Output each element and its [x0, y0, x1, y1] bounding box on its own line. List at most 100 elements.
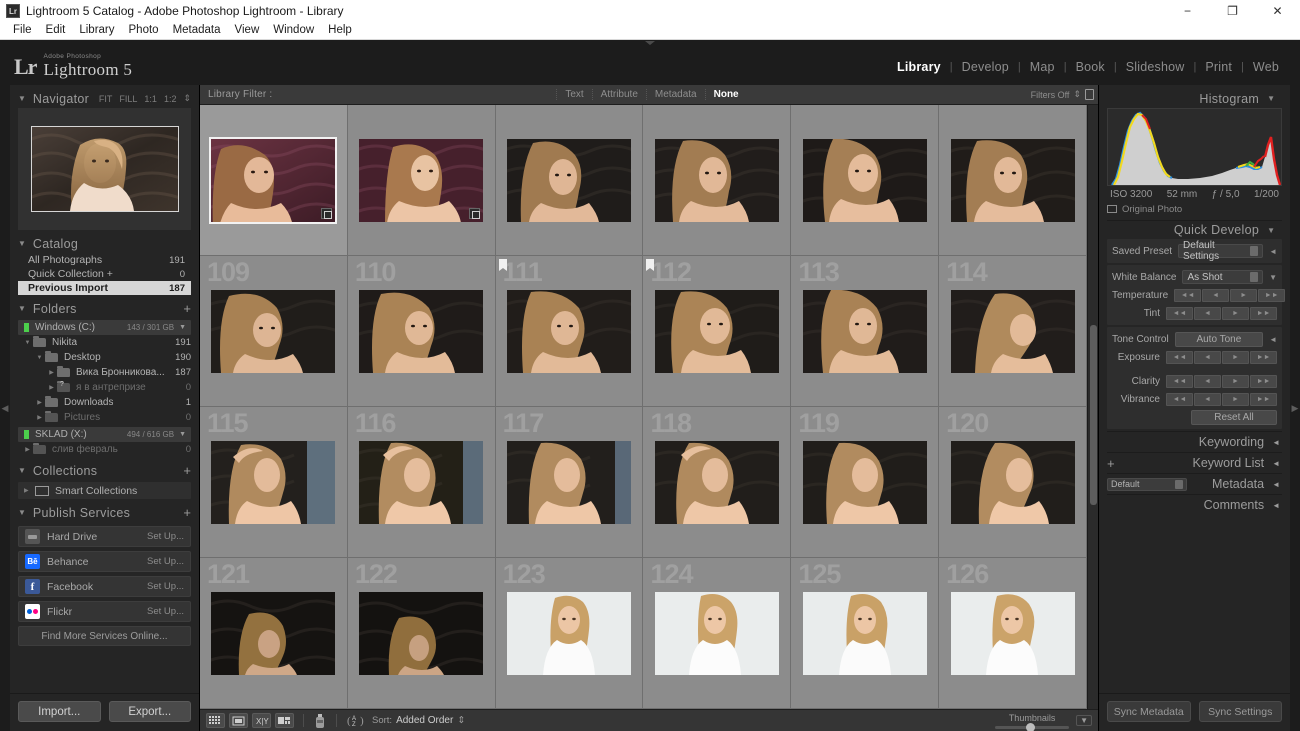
- right-panel-collapse[interactable]: ▶: [1290, 85, 1300, 731]
- thumbnail[interactable]: [211, 440, 336, 524]
- keyword-list-section-header[interactable]: + Keyword List ◄: [1107, 452, 1282, 473]
- clarity-increase[interactable]: ►: [1222, 374, 1249, 388]
- grid-cell[interactable]: 113: [791, 256, 940, 407]
- grid-cell[interactable]: 122: [347, 558, 496, 709]
- original-photo-row[interactable]: Original Photo: [1107, 202, 1282, 216]
- grid-cell[interactable]: 125: [791, 558, 940, 709]
- loupe-view-icon[interactable]: [229, 713, 248, 728]
- grid-cell[interactable]: 119: [791, 407, 940, 558]
- collections-header[interactable]: ▼ Collections +: [18, 461, 191, 480]
- reset-all-button[interactable]: Reset All: [1191, 409, 1277, 425]
- menu-window[interactable]: Window: [266, 21, 321, 40]
- thumbnail-size-slider[interactable]: Thumbnails: [995, 713, 1070, 731]
- exposure-increase[interactable]: ►: [1222, 350, 1249, 364]
- white-balance-select[interactable]: As Shot: [1182, 270, 1264, 284]
- thumbnail[interactable]: [802, 440, 927, 524]
- menu-photo[interactable]: Photo: [122, 21, 166, 40]
- tint-decrease[interactable]: ◄: [1194, 306, 1221, 320]
- grid-cell[interactable]: [791, 105, 940, 256]
- publish-service-hard-drive[interactable]: Hard Drive Set Up...: [18, 526, 191, 547]
- thumbnail[interactable]: [359, 440, 484, 524]
- tint-decrease-large[interactable]: ◄◄: [1166, 306, 1193, 320]
- survey-view-icon[interactable]: [275, 713, 294, 728]
- grid-cell[interactable]: [347, 105, 496, 256]
- top-panel-toggle[interactable]: [0, 40, 1300, 48]
- module-slideshow[interactable]: Slideshow: [1117, 60, 1194, 74]
- export-button[interactable]: Export...: [108, 701, 191, 722]
- sort-az-icon[interactable]: (A Z): [346, 713, 368, 728]
- publish-service-behance[interactable]: Bē Behance Set Up...: [18, 551, 191, 572]
- folder-row-pictures[interactable]: ▶ Pictures 0: [18, 410, 191, 425]
- sync-metadata-button[interactable]: Sync Metadata: [1107, 701, 1191, 722]
- module-web[interactable]: Web: [1244, 60, 1288, 74]
- add-folder-icon[interactable]: +: [183, 301, 191, 316]
- metadata-preset-select[interactable]: Default: [1107, 477, 1187, 491]
- collapse-arrow-icon[interactable]: ◄: [1269, 335, 1277, 344]
- chevron-down-icon[interactable]: ▼: [179, 324, 186, 331]
- thumbnail[interactable]: [950, 138, 1075, 222]
- import-button[interactable]: Import...: [18, 701, 101, 722]
- scrollbar-thumb[interactable]: [1090, 325, 1097, 505]
- chevron-down-icon[interactable]: ▼: [179, 431, 186, 438]
- saved-preset-select[interactable]: Default Settings: [1178, 240, 1264, 262]
- publish-service-setup[interactable]: Set Up...: [147, 581, 184, 592]
- thumbnail[interactable]: [359, 138, 484, 222]
- flag-pick-icon[interactable]: [498, 259, 507, 271]
- minimize-button[interactable]: −: [1165, 0, 1210, 21]
- thumbnail[interactable]: [211, 591, 336, 675]
- menu-edit[interactable]: Edit: [39, 21, 73, 40]
- collection-item-smart-collections[interactable]: ▶ Smart Collections: [18, 482, 191, 499]
- folder-row-ya-v-antreprize[interactable]: ▶ я в антрепризе 0: [18, 380, 191, 395]
- histogram-graph[interactable]: [1107, 108, 1282, 186]
- thumbnail[interactable]: [507, 289, 632, 373]
- sort-stepper[interactable]: ⇕: [457, 715, 465, 726]
- module-map[interactable]: Map: [1021, 60, 1064, 74]
- thumbnail[interactable]: [802, 138, 927, 222]
- navigator-header[interactable]: ▼ Navigator FIT FILL 1:1 1:2 ⇕: [18, 89, 191, 108]
- tint-increase-large[interactable]: ►►: [1250, 306, 1277, 320]
- zoom-1-2[interactable]: 1:2: [164, 94, 177, 104]
- folder-row-downloads[interactable]: ▶ Downloads 1: [18, 395, 191, 410]
- flag-pick-icon[interactable]: [646, 259, 655, 271]
- zoom-fit[interactable]: FIT: [99, 94, 113, 104]
- grid-cell[interactable]: 109: [200, 256, 348, 407]
- temperature-increase-large[interactable]: ►►: [1258, 288, 1286, 302]
- menu-file[interactable]: File: [6, 21, 39, 40]
- grid-cell[interactable]: [643, 105, 792, 256]
- vibrance-decrease[interactable]: ◄: [1194, 392, 1221, 406]
- close-button[interactable]: ✕: [1255, 0, 1300, 21]
- thumbnail[interactable]: [359, 289, 484, 373]
- module-book[interactable]: Book: [1067, 60, 1114, 74]
- chevron-down-icon[interactable]: ▼: [1269, 273, 1277, 282]
- vibrance-increase[interactable]: ►: [1222, 392, 1249, 406]
- thumbnail[interactable]: [950, 440, 1075, 524]
- stepper-icon[interactable]: [1250, 272, 1259, 282]
- grid-cell[interactable]: [495, 105, 644, 256]
- add-publish-service-icon[interactable]: +: [183, 505, 191, 520]
- vibrance-increase-large[interactable]: ►►: [1250, 392, 1277, 406]
- thumbnail[interactable]: [654, 591, 779, 675]
- zoom-1-1[interactable]: 1:1: [144, 94, 157, 104]
- filter-none[interactable]: None: [704, 89, 747, 100]
- grid-cell[interactable]: 116: [347, 407, 496, 558]
- twisty-icon[interactable]: ▶: [22, 446, 33, 453]
- publish-service-setup[interactable]: Set Up...: [147, 606, 184, 617]
- catalog-item-all-photographs[interactable]: All Photographs 191: [18, 253, 191, 267]
- folder-row-vika-bronnikova[interactable]: ▶ Вика Бронникова... 187: [18, 365, 191, 380]
- quick-develop-header[interactable]: Quick Develop ▼: [1107, 220, 1282, 239]
- thumbnail[interactable]: [654, 138, 779, 222]
- thumbnail[interactable]: [359, 591, 484, 675]
- exposure-increase-large[interactable]: ►►: [1250, 350, 1277, 364]
- filters-stepper[interactable]: ⇕: [1073, 89, 1081, 100]
- grid-cell[interactable]: 118: [643, 407, 792, 558]
- temperature-decrease[interactable]: ◄: [1202, 288, 1230, 302]
- thumbnail[interactable]: [950, 591, 1075, 675]
- folders-header[interactable]: ▼ Folders +: [18, 299, 191, 318]
- menu-view[interactable]: View: [228, 21, 267, 40]
- folder-row-nikita[interactable]: ▼ Nikita 191: [18, 335, 191, 350]
- grid-scrollbar[interactable]: [1087, 105, 1098, 709]
- grid-cell[interactable]: 120: [939, 407, 1087, 558]
- grid-cell[interactable]: 121: [200, 558, 348, 709]
- publish-service-setup[interactable]: Set Up...: [147, 556, 184, 567]
- module-print[interactable]: Print: [1196, 60, 1241, 74]
